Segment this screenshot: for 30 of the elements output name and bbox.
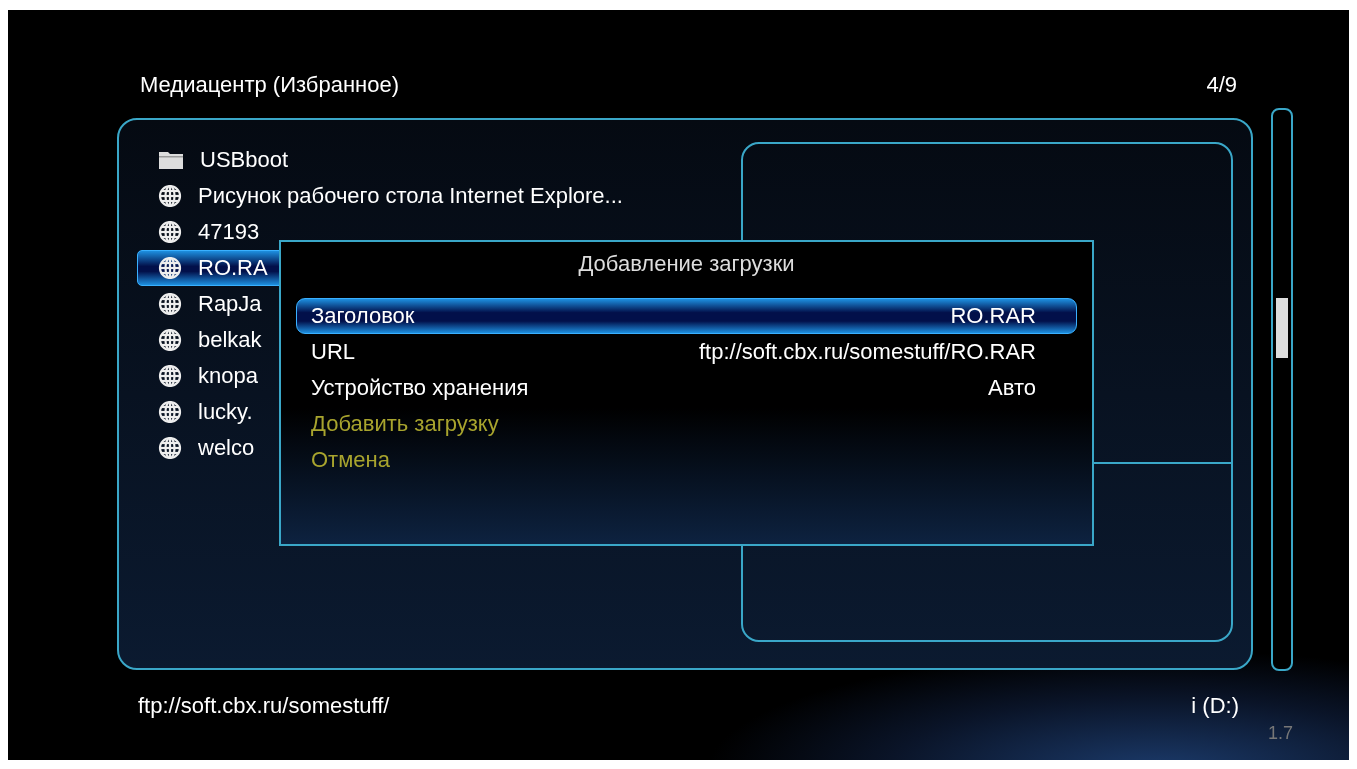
globe-icon [158, 364, 182, 388]
dialog-field[interactable]: URL ftp://soft.cbx.ru/somestuff/RO.RAR [296, 334, 1077, 370]
list-item[interactable]: belkak [137, 322, 269, 358]
list-item[interactable]: knopa [137, 358, 265, 394]
globe-icon [158, 256, 182, 280]
globe-icon [158, 184, 182, 208]
scrollbar[interactable] [1271, 108, 1293, 671]
item-counter: 4/9 [1206, 72, 1237, 99]
list-item[interactable]: USBboot [137, 142, 296, 178]
globe-icon [158, 220, 182, 244]
dialog-action[interactable]: Добавить загрузку [296, 406, 1077, 442]
list-item[interactable]: welco [137, 430, 262, 466]
dialog-action[interactable]: Отмена [296, 442, 1077, 478]
device-label: i (D:) [1191, 693, 1239, 719]
dialog-field[interactable]: Устройство хранения Авто [296, 370, 1077, 406]
list-item[interactable]: lucky. [137, 394, 260, 430]
dialog-title: Добавление загрузки [577, 250, 796, 278]
globe-icon [158, 292, 182, 316]
scroll-thumb[interactable] [1276, 298, 1288, 358]
screen-title: Медиацентр (Избранное) [140, 72, 399, 99]
list-item[interactable]: Рисунок рабочего стола Internet Explore... [137, 178, 630, 214]
list-item[interactable]: 47193 [137, 214, 267, 250]
globe-icon [158, 328, 182, 352]
dialog-field[interactable]: Заголовок RO.RAR [296, 298, 1077, 334]
version-number: 1.7 [1267, 723, 1293, 744]
current-path: ftp://soft.cbx.ru/somestuff/ [138, 693, 390, 719]
globe-icon [158, 400, 182, 424]
list-item[interactable]: RapJa [137, 286, 269, 322]
folder-icon [158, 150, 184, 170]
globe-icon [158, 436, 182, 460]
